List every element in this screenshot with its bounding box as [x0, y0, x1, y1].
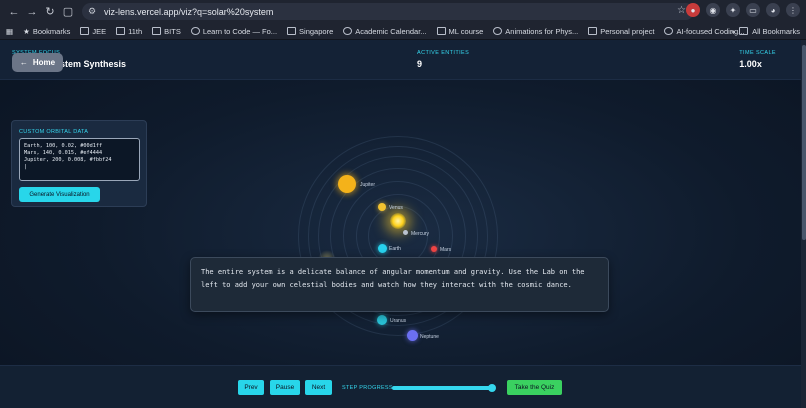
site-icon [190, 27, 200, 35]
bookmark-item[interactable]: Learn to Code — Fo... [190, 27, 277, 36]
apps-grid-icon[interactable]: ▦ [6, 27, 13, 36]
active-entities-value: 9 [417, 59, 423, 69]
bookmark-item[interactable]: 11th [116, 27, 142, 36]
time-scale-value: 1.00x [739, 59, 762, 69]
bookmark-star-icon[interactable]: ☆ [677, 5, 686, 16]
prev-button[interactable]: Prev [238, 380, 264, 395]
planet-label-mercury: Mercury [411, 231, 430, 237]
bookmark-item[interactable]: Singapore [287, 27, 333, 36]
planet-mars[interactable] [431, 246, 437, 252]
globe-icon [343, 27, 353, 35]
bookmark-item[interactable]: JEE [80, 27, 106, 36]
bookmark-item[interactable]: Personal project [588, 27, 654, 36]
active-entities-label: ACTIVE ENTITIES [417, 50, 470, 56]
home-label: Home [32, 58, 56, 67]
planet-neptune[interactable] [407, 330, 418, 341]
bookmark-item[interactable]: ★ Bookmarks [23, 27, 70, 36]
extension-icon[interactable]: ● [686, 3, 700, 17]
custom-orbital-panel: CUSTOM ORBITAL DATA Earth, 100, 0.02, #0… [11, 120, 147, 207]
take-quiz-button[interactable]: Take the Quiz [507, 380, 562, 395]
globe-icon [664, 27, 674, 35]
split-icon[interactable]: ▭ [746, 3, 760, 17]
pause-button[interactable]: Pause [270, 380, 300, 395]
playback-controls: Prev Pause Next STEP PROGRESS Take the Q… [0, 365, 806, 408]
step-progress-fill [392, 385, 492, 390]
step-progress-label: STEP PROGRESS [342, 385, 393, 391]
url-text: viz-lens.vercel.app/viz?q=solar%20system [104, 6, 274, 17]
folder-icon [116, 27, 126, 35]
bookmarks-bar: ▦ ★ Bookmarks JEE 11th BITS Learn to Code… [0, 23, 806, 40]
planet-label-mars: Mars [440, 247, 452, 253]
page-title: stem Synthesis [60, 59, 127, 69]
folder-icon [588, 27, 598, 35]
all-bookmarks[interactable]: » All Bookmarks [731, 27, 800, 36]
planet-label-earth: Earth [389, 246, 401, 252]
planet-venus[interactable] [378, 203, 386, 211]
panel-title: CUSTOM ORBITAL DATA [19, 129, 89, 135]
folder-icon [739, 27, 749, 35]
app-header: SYSTEM FOCUS stem Synthesis ← Home ACTIV… [0, 40, 806, 80]
profile-avatar[interactable]: ◕ [766, 3, 780, 17]
planet-label-neptune: Neptune [420, 334, 439, 340]
time-scale: TIME SCALE 1.00x [739, 50, 776, 69]
bookmark-item[interactable]: Animations for Phys... [493, 27, 578, 36]
folder-icon [436, 27, 446, 35]
arrow-left-icon: ← [19, 58, 28, 67]
planet-earth[interactable] [378, 244, 387, 253]
bookmark-item[interactable]: Academic Calendar... [343, 27, 427, 36]
back-icon[interactable]: ← [6, 4, 22, 20]
planet-uranus[interactable] [377, 315, 387, 325]
planet-label-uranus: Uranus [390, 318, 407, 324]
narration-text: The entire system is a delicate balance … [201, 268, 585, 289]
extensions: ● ◉ ✦ ▭ ◕ ⋮ [686, 3, 800, 17]
chevron-right-icon: » [730, 27, 736, 36]
bookmark-item[interactable]: BITS [152, 27, 181, 36]
menu-kebab-icon[interactable]: ⋮ [786, 3, 800, 17]
forward-icon[interactable]: → [24, 4, 40, 20]
planet-label-jupiter: Jupiter [360, 182, 376, 188]
bookmark-item[interactable]: ML course [436, 27, 483, 36]
planet-jupiter[interactable] [338, 175, 356, 193]
folder-icon [152, 27, 162, 35]
sidebar-icon[interactable]: ▢ [60, 4, 76, 20]
step-progress-slider[interactable] [392, 383, 496, 392]
scrollbar-thumb[interactable] [802, 45, 806, 240]
address-bar[interactable]: ⚙ viz-lens.vercel.app/viz?q=solar%20syst… [82, 3, 694, 20]
app-canvas: SYSTEM FOCUS stem Synthesis ← Home ACTIV… [0, 40, 806, 408]
browser-toolbar: ← → ↻ ▢ ⚙ viz-lens.vercel.app/viz?q=sola… [0, 0, 806, 23]
home-button[interactable]: ← Home [12, 53, 63, 72]
site-info-icon[interactable]: ⚙ [88, 6, 100, 17]
time-scale-label: TIME SCALE [739, 50, 776, 56]
extensions-puzzle-icon[interactable]: ✦ [726, 3, 740, 17]
folder-icon [287, 27, 297, 35]
planet-label-venus: Venus [389, 205, 403, 211]
generate-visualization-button[interactable]: Generate Visualization [19, 187, 100, 202]
narration-dialog: The entire system is a delicate balance … [190, 257, 609, 312]
orbital-data-input[interactable]: Earth, 100, 0.02, #00d1ff Mars, 140, 0.0… [19, 138, 140, 181]
next-button[interactable]: Next [305, 380, 332, 395]
active-entities: ACTIVE ENTITIES 9 [417, 50, 469, 69]
folder-icon [80, 27, 90, 35]
reload-icon[interactable]: ↻ [42, 4, 58, 20]
star-icon: ★ [23, 26, 30, 36]
planet-mercury[interactable] [403, 230, 408, 235]
incognito-icon[interactable]: ◉ [706, 3, 720, 17]
step-progress-thumb[interactable] [487, 383, 496, 392]
site-icon [493, 27, 503, 35]
nav-icons: ← → ↻ ▢ [0, 4, 76, 20]
sun [390, 213, 406, 229]
